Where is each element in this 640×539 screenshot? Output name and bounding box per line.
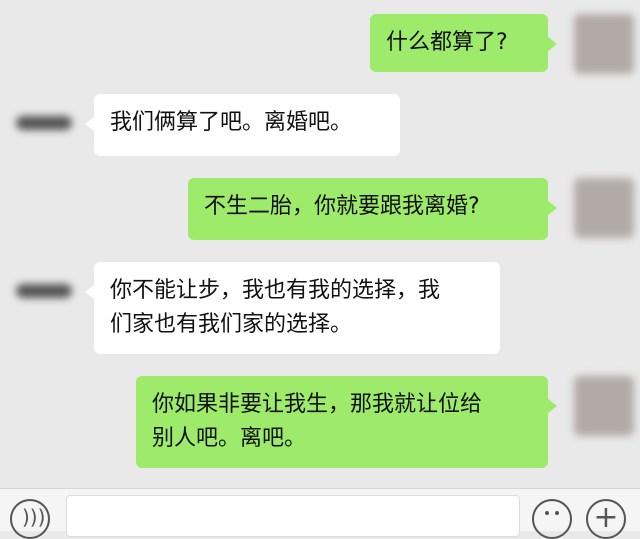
message-bubble-sent[interactable]: 不生二胎，你就要跟我离婚?	[188, 178, 557, 240]
message-text-line: 你不能让步，我也有我的选择，我	[110, 278, 441, 303]
my-avatar[interactable]	[574, 376, 634, 436]
message-bubble-sent[interactable]: 什么都算了?	[370, 14, 557, 72]
message-text-line: 们家也有我们家的选择。	[110, 312, 353, 337]
message-bubble-received[interactable]: 你不能让步，我也有我的选择，我 们家也有我们家的选择。	[85, 262, 500, 354]
voice-icon[interactable]: )))	[10, 499, 50, 539]
emoji-icon[interactable]	[532, 499, 572, 539]
message-text: 不生二胎，你就要跟我离婚?	[204, 194, 480, 219]
contact-avatar[interactable]	[12, 94, 72, 154]
message-bubble-received[interactable]: 我们俩算了吧。离婚吧。	[85, 94, 400, 156]
my-avatar[interactable]	[574, 178, 634, 238]
message-text-line: 你如果非要让我生，那我就让位给	[152, 392, 483, 417]
chat-area: 什么都算了? 我们俩算了吧。离婚吧。 不生二胎，你就要跟我离婚? 你不能让步，我…	[0, 0, 640, 488]
input-bar: ))) +	[0, 488, 640, 539]
message-bubble-sent[interactable]: 你如果非要让我生，那我就让位给 别人吧。离吧。	[136, 376, 557, 468]
message-text: 我们俩算了吧。离婚吧。	[110, 110, 353, 135]
contact-avatar[interactable]	[12, 262, 72, 322]
my-avatar[interactable]	[574, 14, 634, 74]
message-text: 什么都算了?	[386, 30, 508, 55]
message-text-line: 别人吧。离吧。	[152, 426, 307, 451]
message-input[interactable]	[66, 495, 520, 537]
plus-icon[interactable]: +	[586, 499, 626, 539]
